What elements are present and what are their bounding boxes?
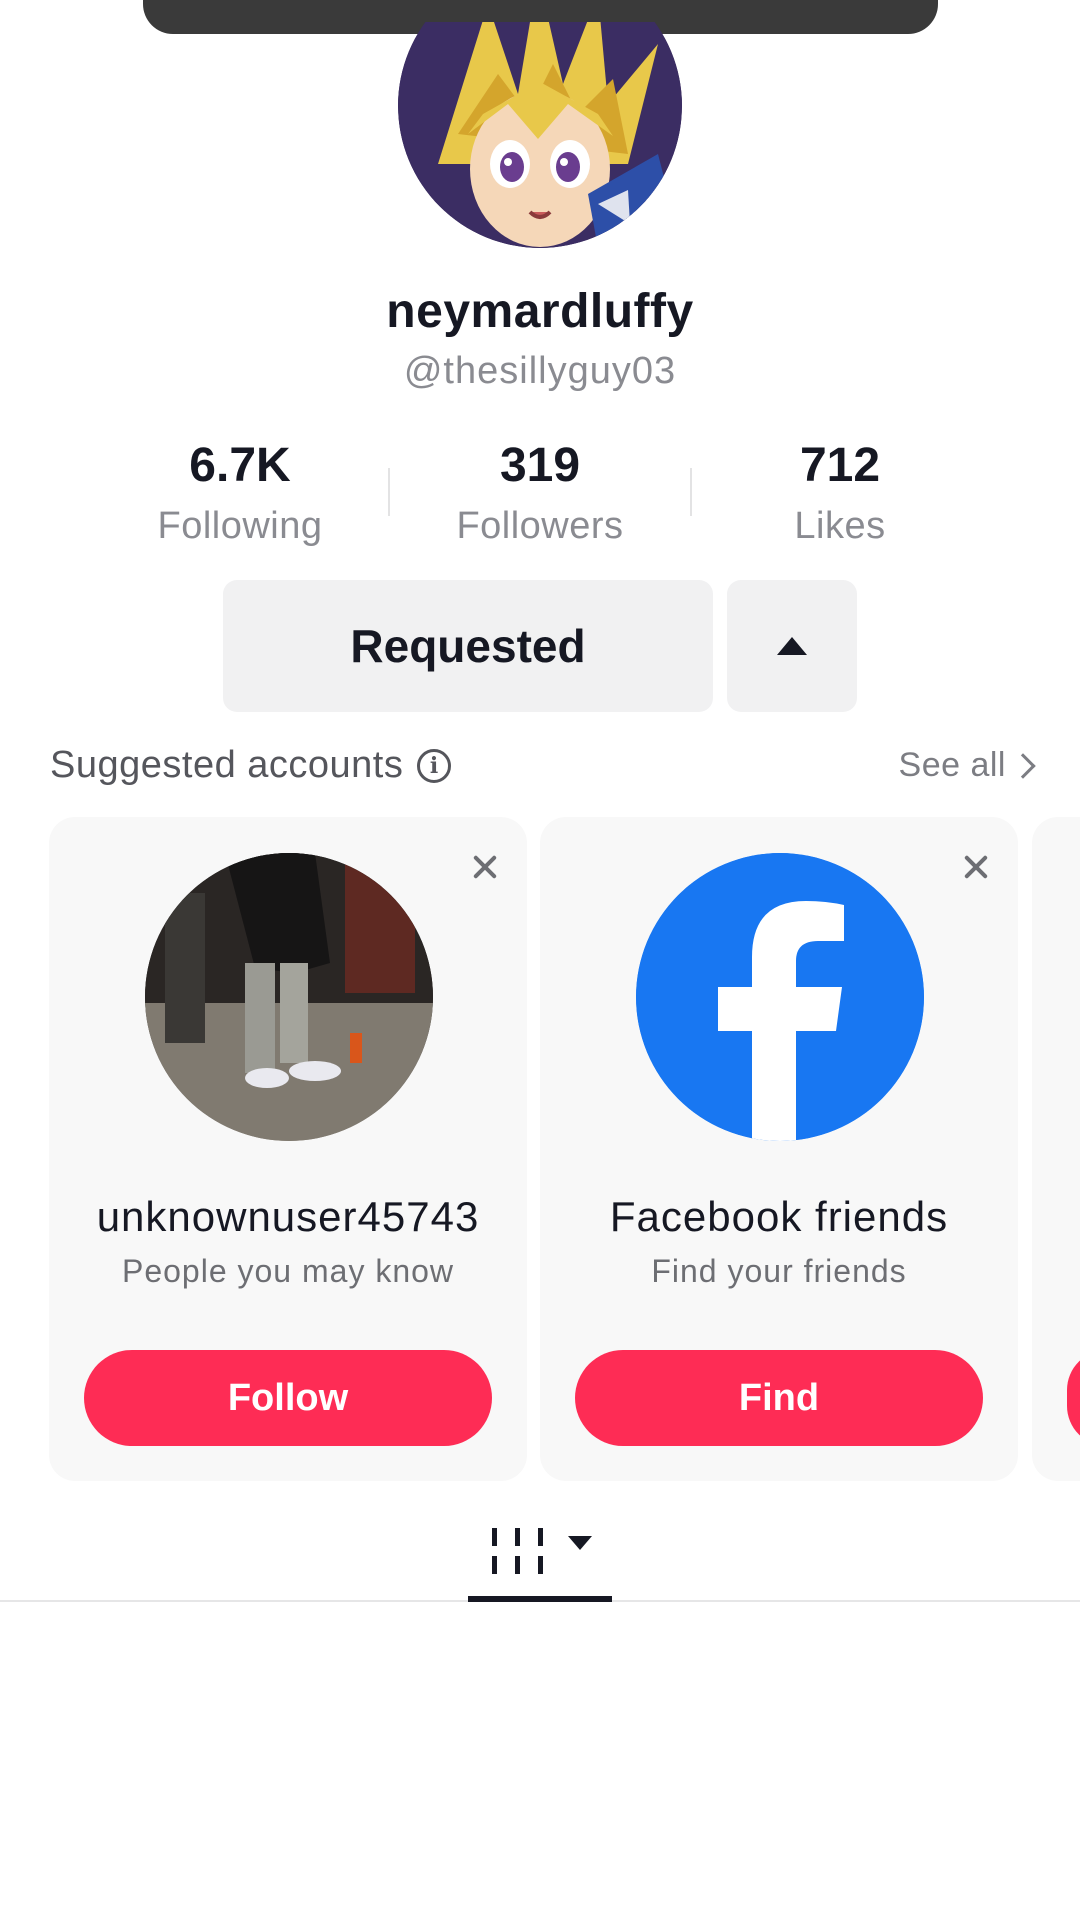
facebook-friends-subtitle: Find your friends xyxy=(651,1253,907,1289)
stat-likes[interactable]: 712 Likes xyxy=(710,438,970,548)
stat-followers[interactable]: 319 Followers xyxy=(410,438,670,548)
profile-avatar-image xyxy=(398,22,682,248)
profile-stats: 6.7K Following 319 Followers 712 Likes xyxy=(0,438,1080,548)
suggested-accounts-header: Suggested accounts i xyxy=(50,744,452,787)
display-name: neymardluffy xyxy=(386,285,694,338)
stat-likes-label: Likes xyxy=(794,505,886,547)
active-tab-indicator xyxy=(468,1596,612,1602)
requested-button[interactable]: Requested xyxy=(223,580,713,712)
stat-following-label: Following xyxy=(157,505,323,547)
tab-videos[interactable] xyxy=(468,1514,612,1602)
stat-divider xyxy=(690,468,692,516)
caret-up-icon xyxy=(777,637,807,655)
suggested-account-card[interactable]: unknownuser45743 People you may know Fol… xyxy=(49,817,527,1481)
profile-tab-bar xyxy=(0,1500,1080,1602)
stat-followers-value: 319 xyxy=(499,439,581,492)
suggested-accounts-title: Suggested accounts xyxy=(50,744,404,786)
caret-down-icon xyxy=(568,1536,592,1550)
stat-likes-value: 712 xyxy=(799,439,881,492)
find-button[interactable]: Find xyxy=(575,1350,983,1446)
see-all-label: See all xyxy=(898,746,1006,784)
stat-following-value: 6.7K xyxy=(189,439,291,492)
facebook-friends-card[interactable]: Facebook friends Find your friends Find xyxy=(540,817,1018,1481)
suggested-card-peek[interactable] xyxy=(1032,817,1080,1481)
stat-divider xyxy=(388,468,390,516)
profile-avatar[interactable] xyxy=(398,22,682,248)
chevron-right-icon xyxy=(1010,752,1036,779)
suggested-toggle-button[interactable] xyxy=(727,580,857,712)
profile-page: neymardluffy @thesillyguy03 6.7K Followi… xyxy=(0,0,1080,1920)
username-handle: @thesillyguy03 xyxy=(403,350,677,392)
stat-following[interactable]: 6.7K Following xyxy=(110,438,370,548)
suggested-account-reason: People you may know xyxy=(121,1253,455,1289)
follow-button[interactable]: Follow xyxy=(84,1350,492,1446)
facebook-icon[interactable] xyxy=(636,853,924,1141)
close-icon[interactable] xyxy=(465,847,505,887)
suggested-user-avatar[interactable] xyxy=(145,853,433,1141)
close-icon[interactable] xyxy=(956,847,996,887)
suggested-account-name: unknownuser45743 xyxy=(96,1193,480,1240)
see-all-link[interactable]: See all xyxy=(898,746,1036,785)
stat-followers-label: Followers xyxy=(456,505,624,547)
card-peek-button[interactable] xyxy=(1067,1350,1080,1446)
info-icon[interactable]: i xyxy=(417,748,452,783)
facebook-friends-title: Facebook friends xyxy=(609,1193,949,1240)
grid-icon xyxy=(492,1528,543,1574)
